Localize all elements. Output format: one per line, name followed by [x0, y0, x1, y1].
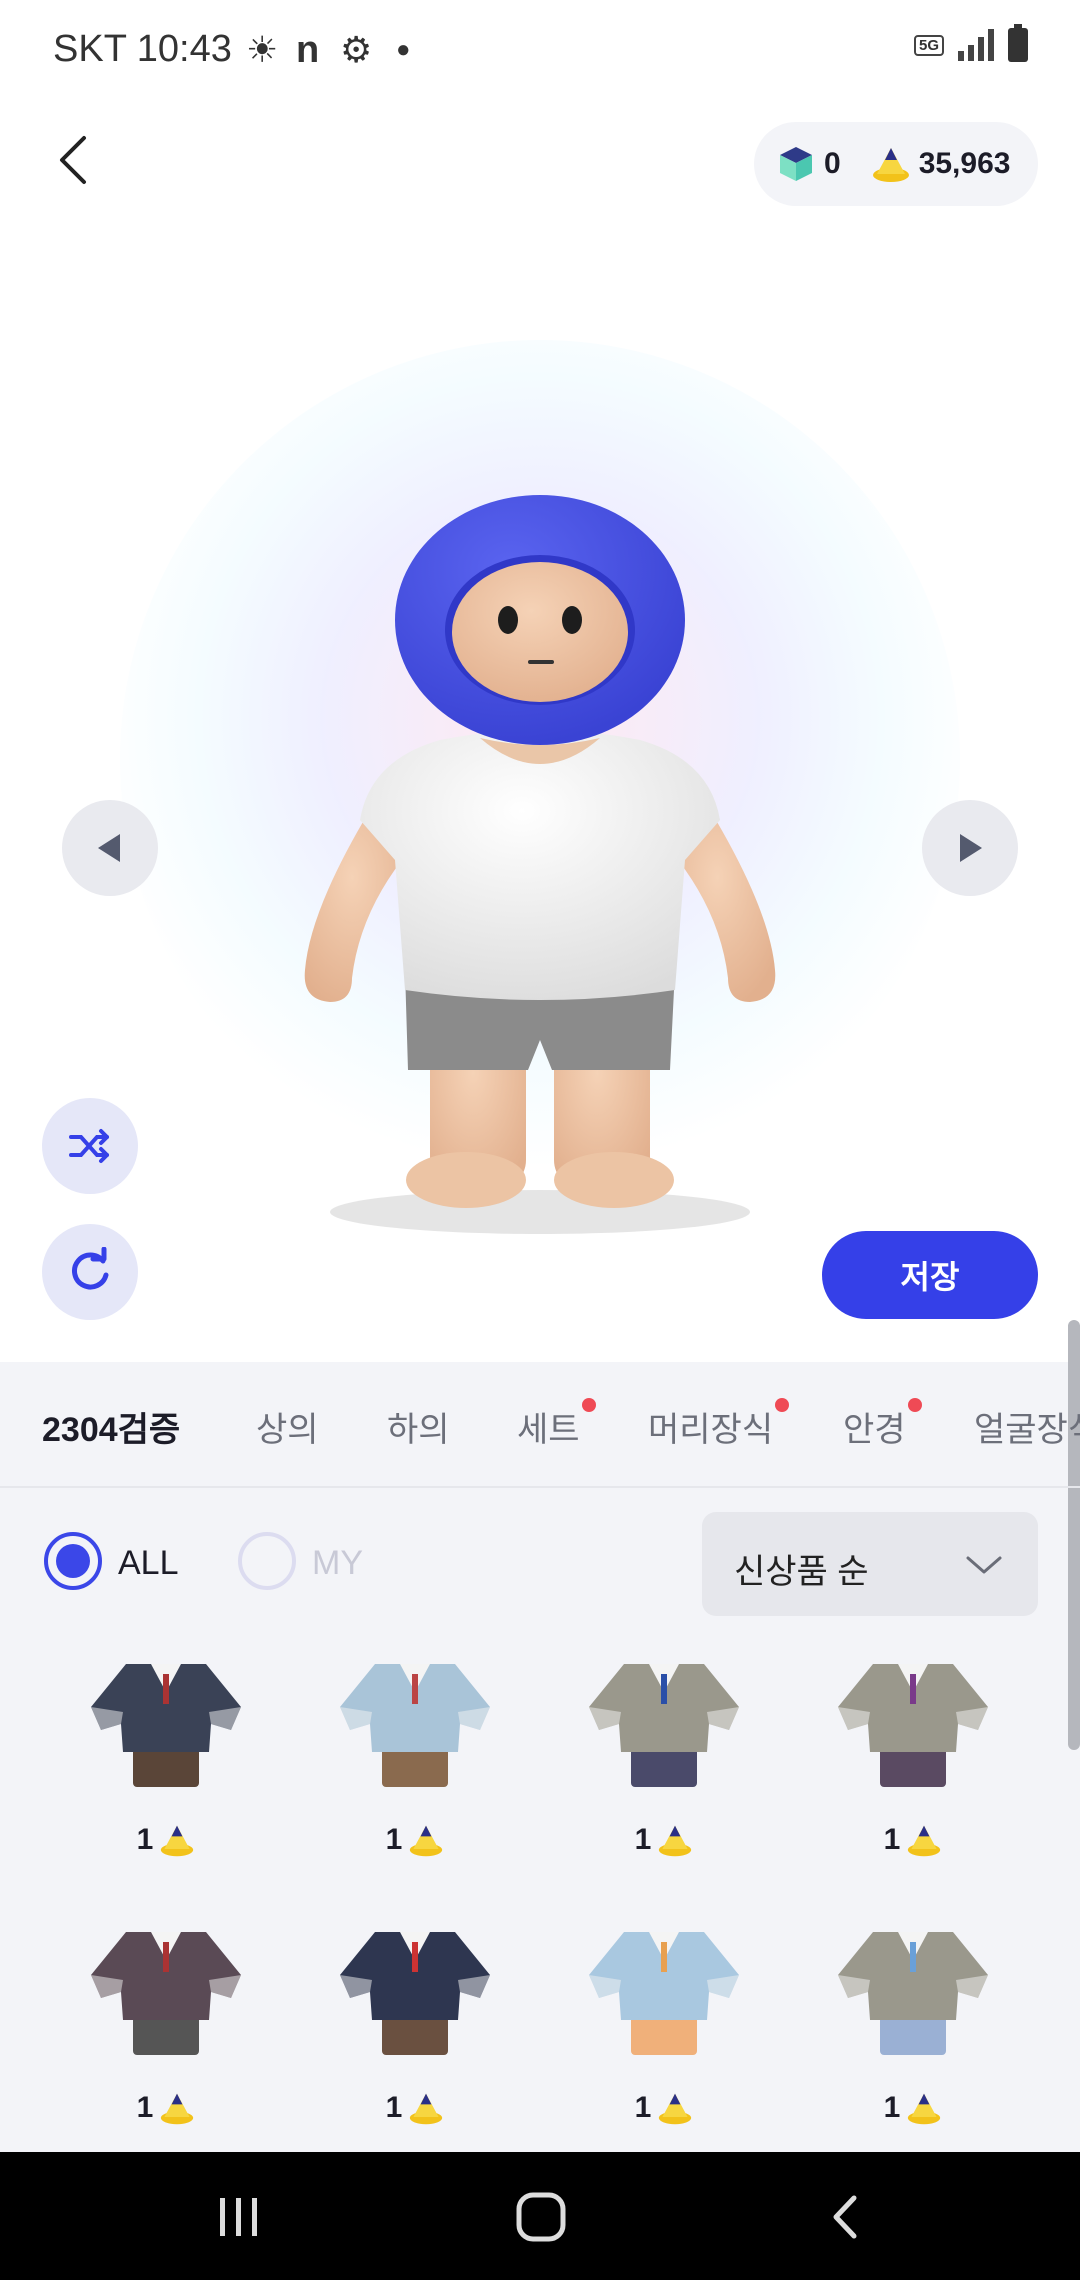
- item-price: 1: [66, 2090, 266, 2126]
- item-price: 1: [813, 2090, 1013, 2126]
- status-time: SKT 10:43: [53, 28, 232, 70]
- avatar-stage: [0, 230, 1080, 1360]
- coin-icon: [161, 1825, 194, 1857]
- item-price: 1: [315, 1822, 515, 1858]
- coin-icon: [659, 1825, 692, 1857]
- status-right: 5G: [913, 24, 1028, 62]
- filter-all-label: ALL: [118, 1544, 179, 1582]
- chevron-left-icon: [60, 136, 86, 184]
- system-nav-bar: [0, 2152, 1080, 2280]
- battery-icon: [1008, 24, 1028, 62]
- settings-icon: ⚙: [340, 29, 373, 70]
- outfit-thumbnail: [838, 1932, 988, 2055]
- filter-my-label: MY: [312, 1544, 363, 1582]
- system-back-icon[interactable]: [822, 2192, 872, 2242]
- item-price: 1: [66, 1822, 266, 1858]
- coin-icon: [908, 1825, 941, 1857]
- outfit-item[interactable]: 1: [66, 1652, 266, 1882]
- naver-icon: n: [296, 29, 320, 71]
- save-button[interactable]: 저장: [822, 1231, 1038, 1319]
- price-value: 1: [634, 2091, 652, 2124]
- shuffle-button[interactable]: [42, 1098, 138, 1194]
- reset-button[interactable]: [42, 1224, 138, 1320]
- price-value: 1: [136, 2091, 154, 2124]
- price-value: 1: [385, 2091, 403, 2124]
- network-badge: 5G: [913, 34, 944, 56]
- tab-face-accessories[interactable]: 얼굴장식: [974, 1402, 1080, 1451]
- item-price: 1: [315, 2090, 515, 2126]
- outfit-thumbnail: [589, 1932, 739, 2055]
- cube-balance: 0: [776, 144, 841, 184]
- item-price: 1: [564, 2090, 764, 2126]
- outfit-item[interactable]: 1: [564, 1652, 764, 1882]
- tab-tops[interactable]: 상의: [256, 1402, 319, 1451]
- coin-icon: [410, 2093, 443, 2125]
- notification-dot-icon: ●: [396, 36, 411, 63]
- play-left-icon: [98, 834, 120, 862]
- brightness-icon: ☀: [246, 29, 279, 70]
- filter-my-radio[interactable]: [238, 1532, 296, 1590]
- coin-balance: 35,963: [871, 144, 1011, 184]
- home-icon[interactable]: [514, 2190, 568, 2244]
- avatar[interactable]: [290, 490, 790, 1250]
- outfit-thumbnail: [91, 1664, 241, 1787]
- currency-pill[interactable]: 0 35,963: [754, 122, 1038, 206]
- shuffle-icon: [69, 1129, 109, 1163]
- sort-dropdown[interactable]: 신상품 순: [702, 1512, 1038, 1616]
- tab-hair-accessories[interactable]: 머리장식: [648, 1398, 790, 1451]
- status-bar: SKT 10:43 ☀ n ⚙ ● 5G: [0, 0, 1080, 100]
- new-dot: [581, 1398, 596, 1412]
- sort-label: 신상품 순: [734, 1553, 869, 1591]
- filter-all-radio[interactable]: [44, 1532, 102, 1590]
- chevron-down-icon: [966, 1556, 1002, 1574]
- price-value: 1: [883, 2091, 901, 2124]
- tab-sets[interactable]: 세트: [517, 1398, 596, 1451]
- tab-bottoms[interactable]: 하의: [387, 1402, 450, 1451]
- back-button[interactable]: [50, 130, 110, 190]
- coin-icon: [908, 2093, 941, 2125]
- item-price: 1: [813, 1822, 1013, 1858]
- recents-icon[interactable]: [214, 2192, 264, 2242]
- outfit-item[interactable]: 1: [315, 1920, 515, 2150]
- tab-glasses[interactable]: 안경: [843, 1398, 922, 1451]
- signal-icon: [958, 29, 994, 61]
- tab-2304[interactable]: 2304검증: [42, 1402, 180, 1451]
- outfit-thumbnail: [91, 1932, 241, 2055]
- price-value: 1: [136, 1823, 154, 1856]
- outfit-thumbnail: [589, 1664, 739, 1787]
- price-value: 1: [385, 1823, 403, 1856]
- refresh-icon: [72, 1247, 109, 1290]
- new-dot: [907, 1398, 922, 1412]
- outfit-thumbnail: [340, 1932, 490, 2055]
- outfit-item[interactable]: 1: [66, 1920, 266, 2150]
- coin-icon: [659, 2093, 692, 2125]
- price-value: 1: [883, 1823, 901, 1856]
- coin-icon: [161, 2093, 194, 2125]
- play-right-icon: [960, 834, 982, 862]
- cube-count: 0: [824, 147, 841, 180]
- new-dot: [775, 1398, 790, 1412]
- next-avatar-button[interactable]: [922, 800, 1018, 896]
- outfit-item[interactable]: 1: [315, 1652, 515, 1882]
- outfit-item[interactable]: 1: [813, 1652, 1013, 1882]
- price-value: 1: [634, 1823, 652, 1856]
- outfit-thumbnail: [340, 1664, 490, 1787]
- outfit-item[interactable]: 1: [564, 1920, 764, 2150]
- prev-avatar-button[interactable]: [62, 800, 158, 896]
- coin-icon: [872, 148, 909, 182]
- coin-icon: [410, 1825, 443, 1857]
- coin-count: 35,963: [918, 147, 1011, 180]
- outfit-thumbnail: [838, 1664, 988, 1787]
- outfit-item[interactable]: 1: [813, 1920, 1013, 2150]
- item-price: 1: [564, 1822, 764, 1858]
- category-tabs: 2304검증 상의 하의 세트 머리장식 안경 얼굴장식: [0, 1362, 1080, 1488]
- cube-icon: [780, 147, 812, 181]
